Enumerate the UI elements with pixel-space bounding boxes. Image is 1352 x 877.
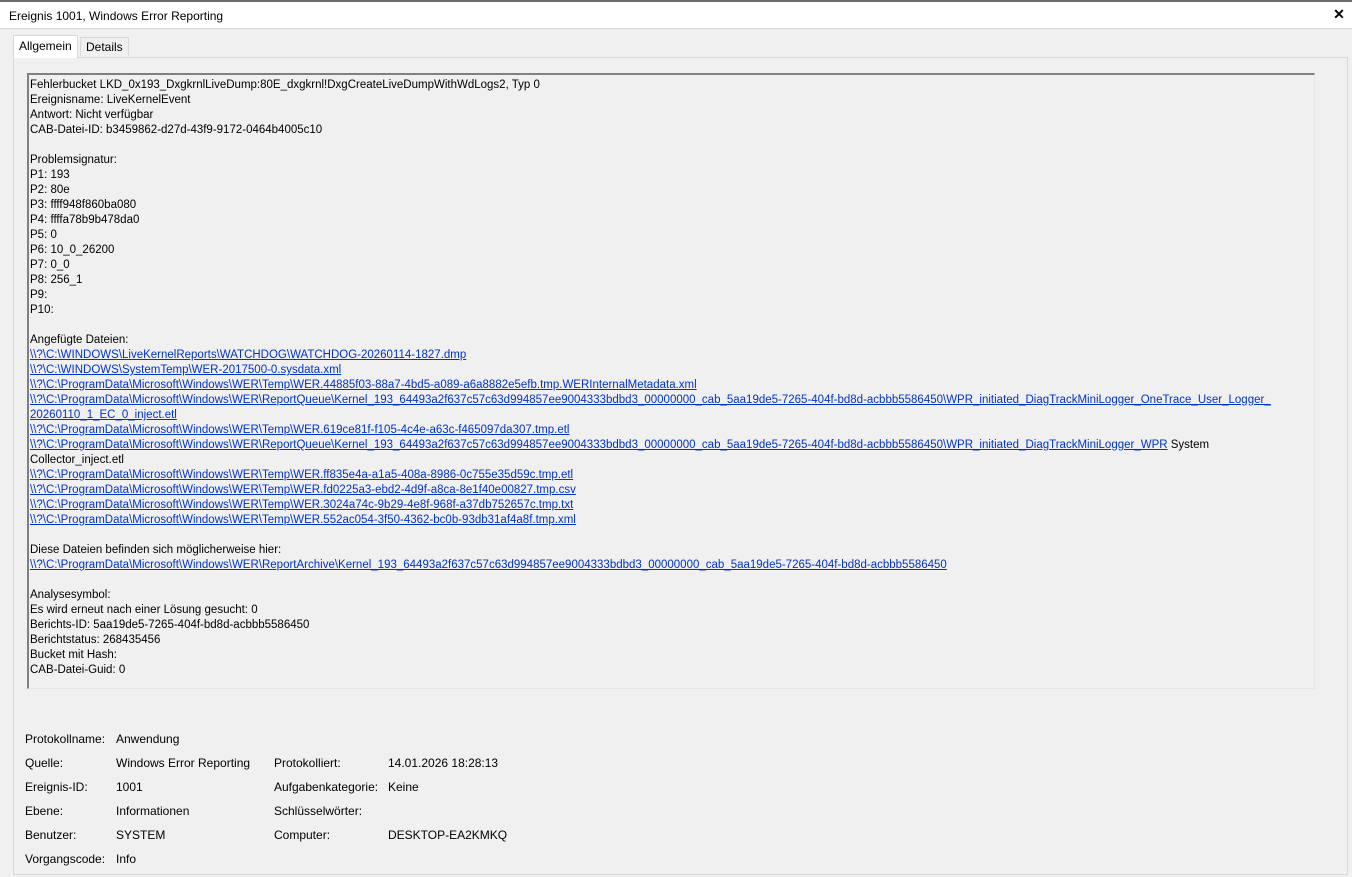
label-ereignis-id: Ereignis-ID:: [25, 780, 88, 794]
file-link[interactable]: \\?\C:\ProgramData\Microsoft\Windows\WER…: [30, 469, 573, 481]
attached-file-row: \\?\C:\ProgramData\Microsoft\Windows\WER…: [30, 423, 1300, 438]
signature-line: P9:: [30, 289, 48, 301]
signature-line: P4: ffffa78b9b478da0: [30, 214, 140, 226]
attached-file-suffix: System: [1167, 439, 1210, 451]
signature-line: P6: 10_0_26200: [30, 244, 115, 256]
file-link[interactable]: \\?\C:\ProgramData\Microsoft\Windows\WER…: [30, 394, 1271, 406]
tab-allgemein[interactable]: Allgemein: [13, 35, 78, 58]
analysis-line: Es wird erneut nach einer Lösung gesucht…: [30, 604, 258, 616]
attached-file-row: \\?\C:\ProgramData\Microsoft\Windows\WER…: [30, 378, 1300, 393]
description-line: Fehlerbucket LKD_0x193_DxgkrnlLiveDump:8…: [30, 79, 540, 91]
file-link[interactable]: \\?\C:\ProgramData\Microsoft\Windows\WER…: [30, 499, 573, 511]
attached-file-row: \\?\C:\ProgramData\Microsoft\Windows\WER…: [30, 483, 1300, 498]
attached-file-continuation: Collector_inject.etl: [30, 454, 124, 466]
file-link[interactable]: 20260110_1_EC_0_inject.etl: [30, 409, 177, 421]
tab-details[interactable]: Details: [80, 37, 129, 56]
event-dialog: Allgemein Details Fehlerbucket LKD_0x193…: [0, 29, 1352, 877]
value-protokollname: Anwendung: [116, 732, 180, 746]
analysis-line: Berichtstatus: 268435456: [30, 634, 161, 646]
label-protokollname: Protokollname:: [25, 732, 106, 746]
label-aufgabenkategorie: Aufgabenkategorie:: [274, 780, 379, 794]
description-line: Antwort: Nicht verfügbar: [30, 109, 154, 121]
attached-file-row: \\?\C:\WINDOWS\LiveKernelReports\WATCHDO…: [30, 348, 1300, 363]
description-line: CAB-Datei-ID: b3459862-d27d-43f9-9172-04…: [30, 124, 323, 136]
label-benutzer: Benutzer:: [25, 828, 77, 842]
file-link[interactable]: \\?\C:\ProgramData\Microsoft\Windows\WER…: [30, 484, 576, 496]
value-benutzer: SYSTEM: [116, 828, 166, 842]
attached-file-row: \\?\C:\ProgramData\Microsoft\Windows\WER…: [30, 498, 1300, 513]
signature-line: P7: 0_0: [30, 259, 70, 271]
file-link[interactable]: \\?\C:\ProgramData\Microsoft\Windows\WER…: [30, 379, 697, 391]
file-link[interactable]: \\?\C:\WINDOWS\LiveKernelReports\WATCHDO…: [30, 349, 466, 361]
signature-line: P2: 80e: [30, 184, 70, 196]
value-quelle: Windows Error Reporting: [116, 756, 251, 770]
label-protokolliert: Protokolliert:: [274, 756, 341, 770]
label-quelle: Quelle:: [25, 756, 64, 770]
value-aufgabenkategorie: Keine: [388, 780, 419, 794]
attached-file-row: \\?\C:\ProgramData\Microsoft\Windows\WER…: [30, 513, 1300, 528]
signature-line: P8: 256_1: [30, 274, 83, 286]
event-description-text: Fehlerbucket LKD_0x193_DxgkrnlLiveDump:8…: [30, 78, 1300, 678]
file-link[interactable]: \\?\C:\ProgramData\Microsoft\Windows\WER…: [30, 424, 569, 436]
value-vorgangscode: Info: [116, 852, 137, 866]
signature-line: P3: ffff948f860ba080: [30, 199, 137, 211]
value-protokolliert: 14.01.2026 18:28:13: [388, 756, 499, 770]
analysis-line: Berichts-ID: 5aa19de5-7265-404f-bd8d-acb…: [30, 619, 310, 631]
value-ereignis-id: 1001: [116, 780, 143, 794]
signature-line: P5: 0: [30, 229, 57, 241]
attached-files-title: Angefügte Dateien:: [30, 334, 129, 346]
label-schluesselwoerter: Schlüsselwörter:: [274, 804, 363, 818]
attached-file-row: \\?\C:\ProgramData\Microsoft\Windows\WER…: [30, 393, 1300, 408]
label-computer: Computer:: [274, 828, 331, 842]
file-link[interactable]: \\?\C:\ProgramData\Microsoft\Windows\WER…: [30, 439, 1168, 451]
value-ebene: Informationen: [116, 804, 190, 818]
file-link[interactable]: \\?\C:\WINDOWS\SystemTemp\WER-2017500-0.…: [30, 364, 341, 376]
file-link[interactable]: \\?\C:\ProgramData\Microsoft\Windows\WER…: [30, 559, 947, 571]
attached-file-row-wrap: 20260110_1_EC_0_inject.etl: [30, 408, 1300, 423]
location-title: Diese Dateien befinden sich möglicherwei…: [30, 544, 282, 556]
label-vorgangscode: Vorgangscode:: [25, 852, 106, 866]
signature-line: P10:: [30, 304, 54, 316]
event-description-textbox[interactable]: Fehlerbucket LKD_0x193_DxgkrnlLiveDump:8…: [27, 73, 1315, 689]
attached-file-row: \\?\C:\ProgramData\Microsoft\Windows\WER…: [30, 438, 1300, 453]
analysis-line: Bucket mit Hash:: [30, 649, 117, 661]
description-line: Ereignisname: LiveKernelEvent: [30, 94, 191, 106]
attached-file-row: \\?\C:\ProgramData\Microsoft\Windows\WER…: [30, 468, 1300, 483]
window-titlebar: Ereignis 1001, Windows Error Reporting ✕: [0, 0, 1352, 28]
analysis-line: CAB-Datei-Guid: 0: [30, 664, 126, 676]
close-icon[interactable]: ✕: [1331, 6, 1347, 22]
value-computer: DESKTOP-EA2KMKQ: [388, 828, 508, 842]
file-link[interactable]: \\?\C:\ProgramData\Microsoft\Windows\WER…: [30, 514, 576, 526]
signature-line: P1: 193: [30, 169, 70, 181]
analysis-line: Analysesymbol:: [30, 589, 111, 601]
label-ebene: Ebene:: [25, 804, 64, 818]
window-title: Ereignis 1001, Windows Error Reporting: [9, 9, 224, 23]
location-row: \\?\C:\ProgramData\Microsoft\Windows\WER…: [30, 558, 1300, 573]
signature-title: Problemsignatur:: [30, 154, 117, 166]
attached-file-row: \\?\C:\WINDOWS\SystemTemp\WER-2017500-0.…: [30, 363, 1300, 378]
tab-panel-allgemein: Fehlerbucket LKD_0x193_DxgkrnlLiveDump:8…: [13, 57, 1348, 875]
